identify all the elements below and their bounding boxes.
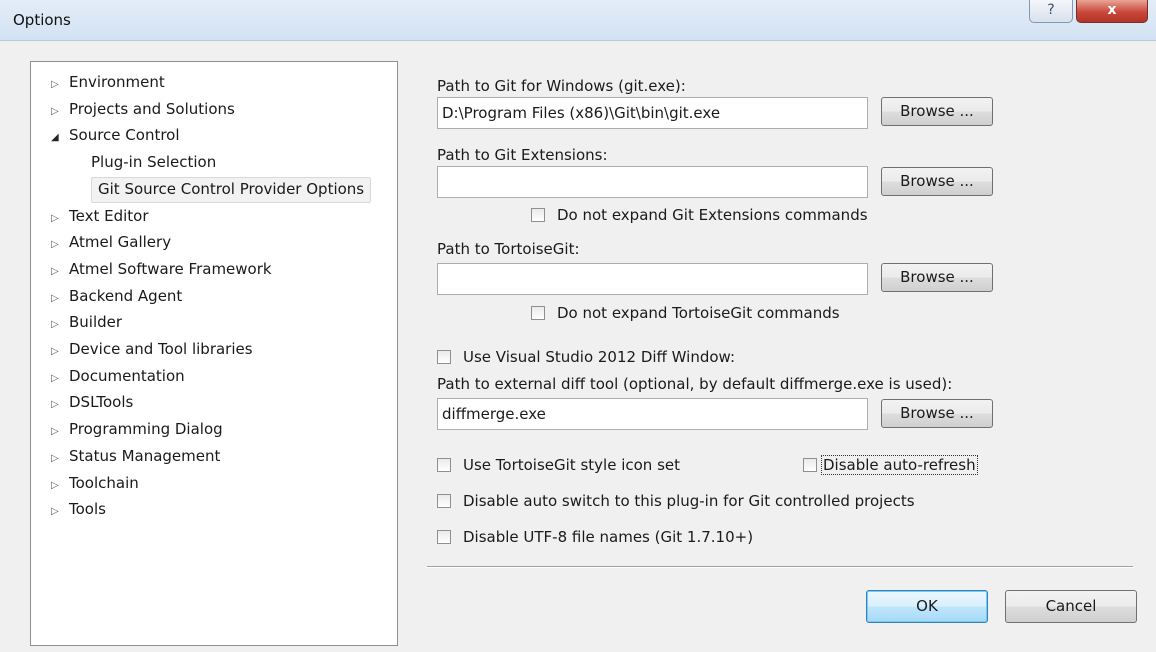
help-button[interactable]: ?	[1029, 0, 1073, 23]
tree-item[interactable]: ▷ Status Management	[31, 444, 220, 468]
cancel-button[interactable]: Cancel	[1005, 590, 1137, 623]
tree-item-label: Toolchain	[69, 473, 139, 492]
tortoisegit-icons-option[interactable]: Use TortoiseGit style icon set	[437, 454, 680, 476]
tree-item[interactable]: ▷ DSLTools	[31, 390, 133, 414]
git-extensions-browse-button[interactable]: Browse ...	[881, 167, 993, 196]
collapsed-arrow-icon[interactable]: ▷	[51, 393, 69, 417]
tree-item-label: Documentation	[69, 366, 185, 385]
tree-item-label: Programming Dialog	[69, 420, 223, 439]
tree-item[interactable]: ▷ Backend Agent	[31, 284, 182, 308]
disable-utf8-option[interactable]: Disable UTF-8 file names (Git 1.7.10+)	[437, 526, 753, 548]
git-extensions-input[interactable]	[437, 166, 868, 198]
collapsed-arrow-icon[interactable]: ▷	[51, 340, 69, 364]
tree-item[interactable]: ▷ Programming Dialog	[31, 417, 223, 441]
disable-auto-switch-checkbox[interactable]	[437, 493, 451, 508]
tree-item-label: Projects and Solutions	[69, 99, 235, 118]
tree-item-label: Text Editor	[69, 206, 149, 225]
collapsed-arrow-icon[interactable]: ▷	[51, 287, 69, 311]
collapsed-arrow-icon[interactable]: ▷	[51, 313, 69, 337]
collapsed-arrow-icon[interactable]: ▷	[51, 474, 69, 498]
title-bar[interactable]: Options ? x	[0, 0, 1156, 41]
tree-item-label: Device and Tool libraries	[69, 340, 253, 358]
collapsed-arrow-icon[interactable]: ▷	[51, 367, 69, 391]
use-vs2012-diff-label: Use Visual Studio 2012 Diff Window:	[463, 348, 736, 366]
git-path-input[interactable]: D:\Program Files (x86)\Git\bin\git.exe	[437, 97, 868, 129]
tortoisegit-icons-label: Use TortoiseGit style icon set	[463, 456, 680, 474]
tree-item-label: Backend Agent	[69, 286, 183, 305]
no-expand-git-extensions-checkbox[interactable]	[531, 207, 545, 222]
ok-button[interactable]: OK	[866, 590, 988, 623]
tree-item[interactable]: ▷ Device and Tool libraries	[31, 337, 253, 361]
collapsed-arrow-icon[interactable]: ▷	[51, 73, 69, 97]
collapsed-arrow-icon[interactable]: ▷	[51, 260, 69, 284]
external-diff-input[interactable]: diffmerge.exe	[437, 398, 868, 430]
tree-item-label: Tools	[69, 500, 106, 519]
collapsed-arrow-icon[interactable]: ▷	[51, 500, 69, 524]
separator	[427, 566, 1133, 568]
no-expand-git-extensions-option[interactable]: Do not expand Git Extensions commands	[531, 204, 868, 226]
collapsed-arrow-icon[interactable]: ▷	[51, 100, 69, 124]
collapsed-arrow-icon[interactable]: ▷	[51, 447, 69, 471]
tree-item[interactable]: ▷ Documentation	[31, 364, 185, 388]
disable-utf8-label: Disable UTF-8 file names (Git 1.7.10+)	[463, 528, 754, 546]
tree-item-label: Source Control	[69, 126, 180, 145]
no-expand-tortoisegit-option[interactable]: Do not expand TortoiseGit commands	[531, 302, 840, 324]
disable-auto-switch-label: Disable auto switch to this plug-in for …	[463, 492, 915, 510]
tree-item[interactable]: ▷ Text Editor	[31, 204, 149, 228]
tree-item-label: Git Source Control Provider Options	[98, 179, 365, 198]
tree-item[interactable]: ▷ Environment	[31, 70, 165, 94]
tree-item-label: Environment	[69, 73, 165, 91]
disable-auto-refresh-option[interactable]: Disable auto-refresh	[803, 454, 978, 476]
collapsed-arrow-icon[interactable]: ▷	[51, 420, 69, 444]
tree-item-label: Status Management	[69, 446, 221, 465]
tree-item[interactable]: Git Source Control Provider Options	[91, 176, 372, 203]
collapsed-arrow-icon[interactable]: ▷	[51, 207, 69, 231]
tortoisegit-icons-checkbox[interactable]	[437, 457, 451, 472]
collapsed-arrow-icon[interactable]: ▷	[51, 233, 69, 257]
options-tree[interactable]: ▷ Environment ▷ Projects and Solutions ◢ Sour…	[30, 61, 398, 646]
git-extensions-label: Path to Git Extensions:	[437, 146, 608, 164]
tree-item-label: DSLTools	[69, 393, 134, 412]
expanded-arrow-icon[interactable]: ◢	[51, 126, 69, 150]
disable-utf8-checkbox[interactable]	[437, 529, 451, 544]
close-button[interactable]: x	[1076, 0, 1148, 23]
disable-auto-switch-option[interactable]: Disable auto switch to this plug-in for …	[437, 490, 915, 512]
close-icon: x	[1107, 2, 1117, 18]
use-vs2012-diff-checkbox[interactable]	[437, 349, 451, 364]
external-diff-label: Path to external diff tool (optional, by…	[437, 375, 953, 393]
tortoisegit-input[interactable]	[437, 263, 868, 295]
help-icon: ?	[1047, 2, 1055, 18]
tortoisegit-label: Path to TortoiseGit:	[437, 240, 580, 258]
no-expand-git-extensions-label: Do not expand Git Extensions commands	[557, 206, 868, 224]
window-title: Options	[13, 11, 71, 29]
tree-item[interactable]: Plug-in Selection	[91, 150, 216, 174]
tree-item[interactable]: ▷ Projects and Solutions	[31, 97, 235, 121]
tree-item[interactable]: ▷ Builder	[31, 310, 122, 334]
disable-auto-refresh-label: Disable auto-refresh	[821, 455, 978, 475]
no-expand-tortoisegit-label: Do not expand TortoiseGit commands	[557, 304, 840, 322]
git-path-browse-button[interactable]: Browse ...	[881, 97, 993, 126]
tree-item[interactable]: ◢ Source Control	[31, 123, 180, 147]
tree-item[interactable]: ▷ Toolchain	[31, 471, 139, 495]
git-path-label: Path to Git for Windows (git.exe):	[437, 77, 686, 95]
tree-item-label: Plug-in Selection	[91, 153, 217, 172]
tree-item[interactable]: ▷ Atmel Gallery	[31, 230, 171, 254]
dialog-body: ▷ Environment ▷ Projects and Solutions ◢ Sour…	[0, 41, 1156, 652]
no-expand-tortoisegit-checkbox[interactable]	[531, 305, 545, 320]
tree-item[interactable]: ▷ Tools	[31, 497, 106, 521]
tree-item[interactable]: ▷ Atmel Software Framework	[31, 257, 272, 281]
tree-item-label: Atmel Software Framework	[69, 259, 272, 278]
disable-auto-refresh-checkbox[interactable]	[803, 457, 817, 472]
tree-item-label: Builder	[69, 313, 123, 332]
tortoisegit-browse-button[interactable]: Browse ...	[881, 263, 993, 292]
tree-item-label: Atmel Gallery	[69, 233, 172, 252]
use-vs2012-diff-option[interactable]: Use Visual Studio 2012 Diff Window:	[437, 346, 735, 368]
external-diff-browse-button[interactable]: Browse ...	[881, 399, 993, 428]
